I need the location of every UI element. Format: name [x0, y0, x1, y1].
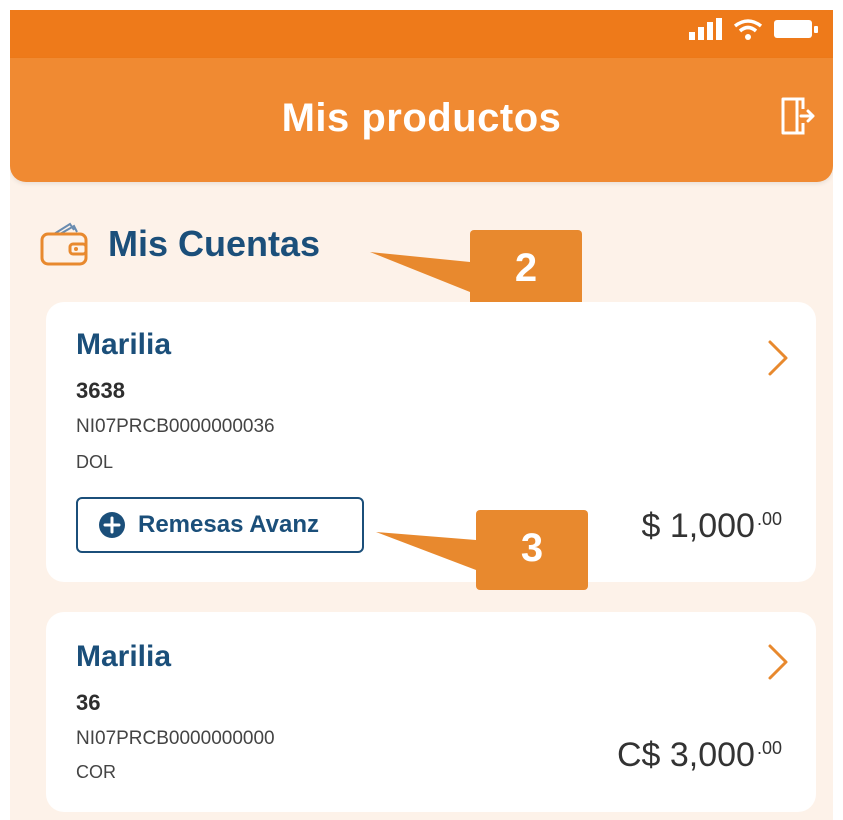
status-icons [689, 18, 819, 40]
section-title: Mis Cuentas [108, 223, 321, 264]
app-header: Mis productos [10, 58, 833, 182]
account-iban: NI07PRCB0000000036 [76, 416, 275, 437]
account-currency: DOL [76, 452, 114, 472]
account-currency: COR [76, 762, 116, 782]
page-title: Mis productos [281, 96, 562, 140]
balance-cents: .00 [756, 737, 782, 758]
plus-circle-icon [99, 512, 125, 538]
account-number: 36 [76, 690, 101, 715]
balance-amount: C$ 3,000 [616, 736, 755, 774]
signal-icon [689, 18, 722, 40]
account-balance: $ 1,000.00 [642, 507, 782, 546]
wifi-icon [733, 19, 763, 40]
account-card[interactable]: Marilia 36 NI07PRCB0000000000 COR C$ 3,0… [46, 612, 816, 812]
callout-number: 3 [520, 526, 544, 570]
logout-icon[interactable] [779, 96, 815, 136]
account-name: Marilia [76, 640, 172, 673]
accounts-section-header: Mis Cuentas [40, 222, 320, 266]
remesas-label: Remesas Avanz [138, 511, 319, 538]
balance-amount: $ 1,000 [641, 507, 755, 545]
balance-cents: .00 [756, 508, 782, 529]
account-number: 3638 [76, 378, 125, 403]
chevron-right-icon[interactable] [766, 338, 790, 378]
chevron-right-icon[interactable] [766, 642, 790, 682]
account-iban: NI07PRCB0000000000 [76, 728, 275, 749]
wallet-icon [40, 222, 88, 266]
callout-number: 2 [514, 246, 538, 290]
app-screen: Mis productos Mis Cuentas 2 Marilia 3638… [10, 10, 833, 820]
remesas-avanz-button[interactable]: Remesas Avanz [76, 497, 364, 553]
account-name: Marilia [76, 328, 172, 361]
status-bar [10, 10, 833, 58]
account-balance: C$ 3,000.00 [617, 736, 782, 775]
battery-icon [774, 20, 818, 38]
